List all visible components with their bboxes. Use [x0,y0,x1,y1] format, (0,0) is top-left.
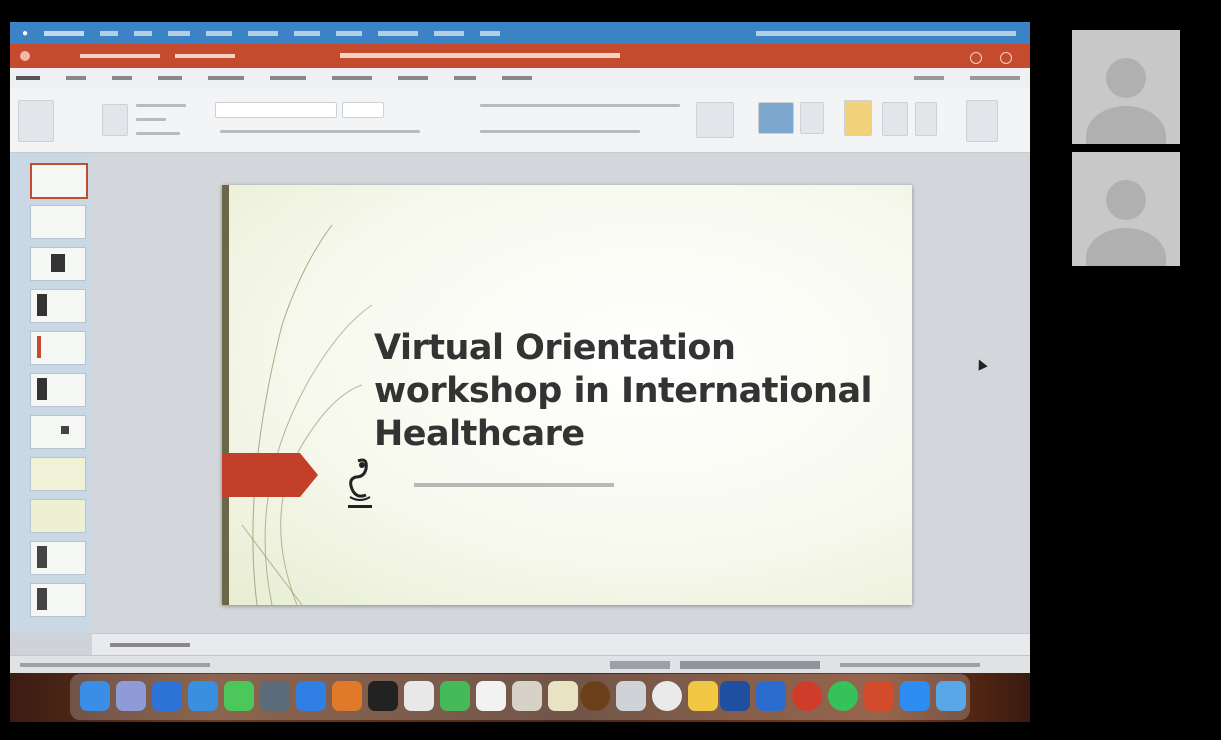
acrobat-icon[interactable] [864,681,894,711]
share-icon[interactable] [1000,52,1012,64]
apple-icon[interactable]: ● [22,28,28,39]
layout-button[interactable] [136,104,186,107]
font-name-select[interactable] [215,102,337,118]
document-title [340,50,620,58]
calendar-icon[interactable] [404,681,434,711]
slide-subtitle[interactable] [414,483,614,487]
shared-screen: ● Virtual Orientation workshop in Intern… [10,22,1030,722]
share-button[interactable] [914,76,944,80]
textedit-icon[interactable] [548,681,578,711]
design-ideas-button[interactable] [966,100,998,142]
whatsapp-icon[interactable] [828,681,858,711]
chess-icon[interactable] [580,681,610,711]
tab-design[interactable] [158,76,182,80]
tab-home[interactable] [16,76,40,80]
window-controls[interactable] [20,51,30,61]
slide-thumbnail-11[interactable] [30,583,86,617]
participant-video-2[interactable] [1072,152,1180,266]
avatar-placeholder-icon [1106,58,1146,98]
outlook-icon[interactable] [756,681,786,711]
mac-menu-bar: ● [10,22,1030,44]
messages-icon[interactable] [224,681,254,711]
arrange-button[interactable] [844,100,872,136]
participant-video-1[interactable] [1072,30,1180,144]
slide-thumbnail-10[interactable] [30,541,86,575]
powerpoint-title-bar [10,44,1030,68]
paragraph-buttons[interactable] [480,104,680,107]
zoom-slider[interactable] [840,663,980,667]
slide-title[interactable]: Virtual Orientation workshop in Internat… [374,327,894,456]
slide-thumbnail-pane [10,153,92,633]
font-size-select[interactable] [342,102,384,118]
facetime-icon[interactable] [440,681,470,711]
status-bar [10,655,1030,674]
slide-thumbnail-8[interactable] [30,457,86,491]
slide-thumbnail-5[interactable] [30,331,86,365]
notes-icon[interactable] [476,681,506,711]
photos-icon[interactable] [332,681,362,711]
slide-thumbnail-2[interactable] [30,205,86,239]
slide-thumbnail-1[interactable] [30,163,88,199]
tab-animations[interactable] [270,76,306,80]
notes-placeholder [110,640,190,647]
ribbon-tabs [10,68,1030,88]
section-button[interactable] [136,132,180,135]
ribbon-toolbar [10,88,1030,153]
stickies-icon[interactable] [688,681,718,711]
slide-thumbnail-4[interactable] [30,289,86,323]
tab-tell-me[interactable] [502,76,532,80]
tab-view[interactable] [454,76,476,80]
slide-thumbnail-6[interactable] [30,373,86,407]
slide-thumbnail-3[interactable] [30,247,86,281]
app-store-icon[interactable] [296,681,326,711]
tab-insert[interactable] [66,76,86,80]
slide-editor: Virtual Orientation workshop in Internat… [92,153,1030,633]
slide-thumbnail-7[interactable] [30,415,86,449]
tab-slide-show[interactable] [332,76,372,80]
view-buttons[interactable] [680,661,820,669]
alignment-buttons[interactable] [480,130,640,133]
search-icon[interactable] [970,52,982,64]
comments-button[interactable] [970,76,1020,80]
notes-toggle[interactable] [610,661,670,669]
tab-review[interactable] [398,76,428,80]
word-icon[interactable] [720,681,750,711]
notes-pane[interactable] [92,633,1030,656]
chrome-icon[interactable] [652,681,682,711]
font-format-buttons[interactable] [220,130,420,133]
mouse-cursor-icon [974,357,988,371]
paste-button[interactable] [18,100,54,142]
current-slide[interactable]: Virtual Orientation workshop in Internat… [222,185,912,605]
autosave-toggle[interactable] [80,54,160,58]
downloads-folder-icon[interactable] [936,681,966,711]
mail-icon[interactable] [188,681,218,711]
slide-thumbnail-9[interactable] [30,499,86,533]
zoom-icon[interactable] [900,681,930,711]
quick-styles-button[interactable] [882,102,908,136]
convert-to-smartart-button[interactable] [696,102,734,138]
finder-icon[interactable] [80,681,110,711]
preview-icon[interactable] [512,681,542,711]
system-preferences-icon[interactable] [616,681,646,711]
avatar-placeholder-icon [1106,180,1146,220]
shape-format-button[interactable] [915,102,937,136]
shapes-button[interactable] [800,102,824,134]
safari-icon[interactable] [152,681,182,711]
quick-access-toolbar[interactable] [175,54,235,58]
contacts-icon[interactable] [116,681,146,711]
slide-counter [20,663,210,667]
mac-dock [70,674,970,720]
new-slide-button[interactable] [102,104,128,136]
apple-tv-icon[interactable] [368,681,398,711]
tab-transitions[interactable] [208,76,244,80]
reset-button[interactable] [136,118,166,121]
company-logo [348,458,372,508]
powerpoint-icon[interactable] [792,681,822,711]
calculator-icon[interactable] [260,681,290,711]
tab-draw[interactable] [112,76,132,80]
picture-button[interactable] [758,102,794,134]
